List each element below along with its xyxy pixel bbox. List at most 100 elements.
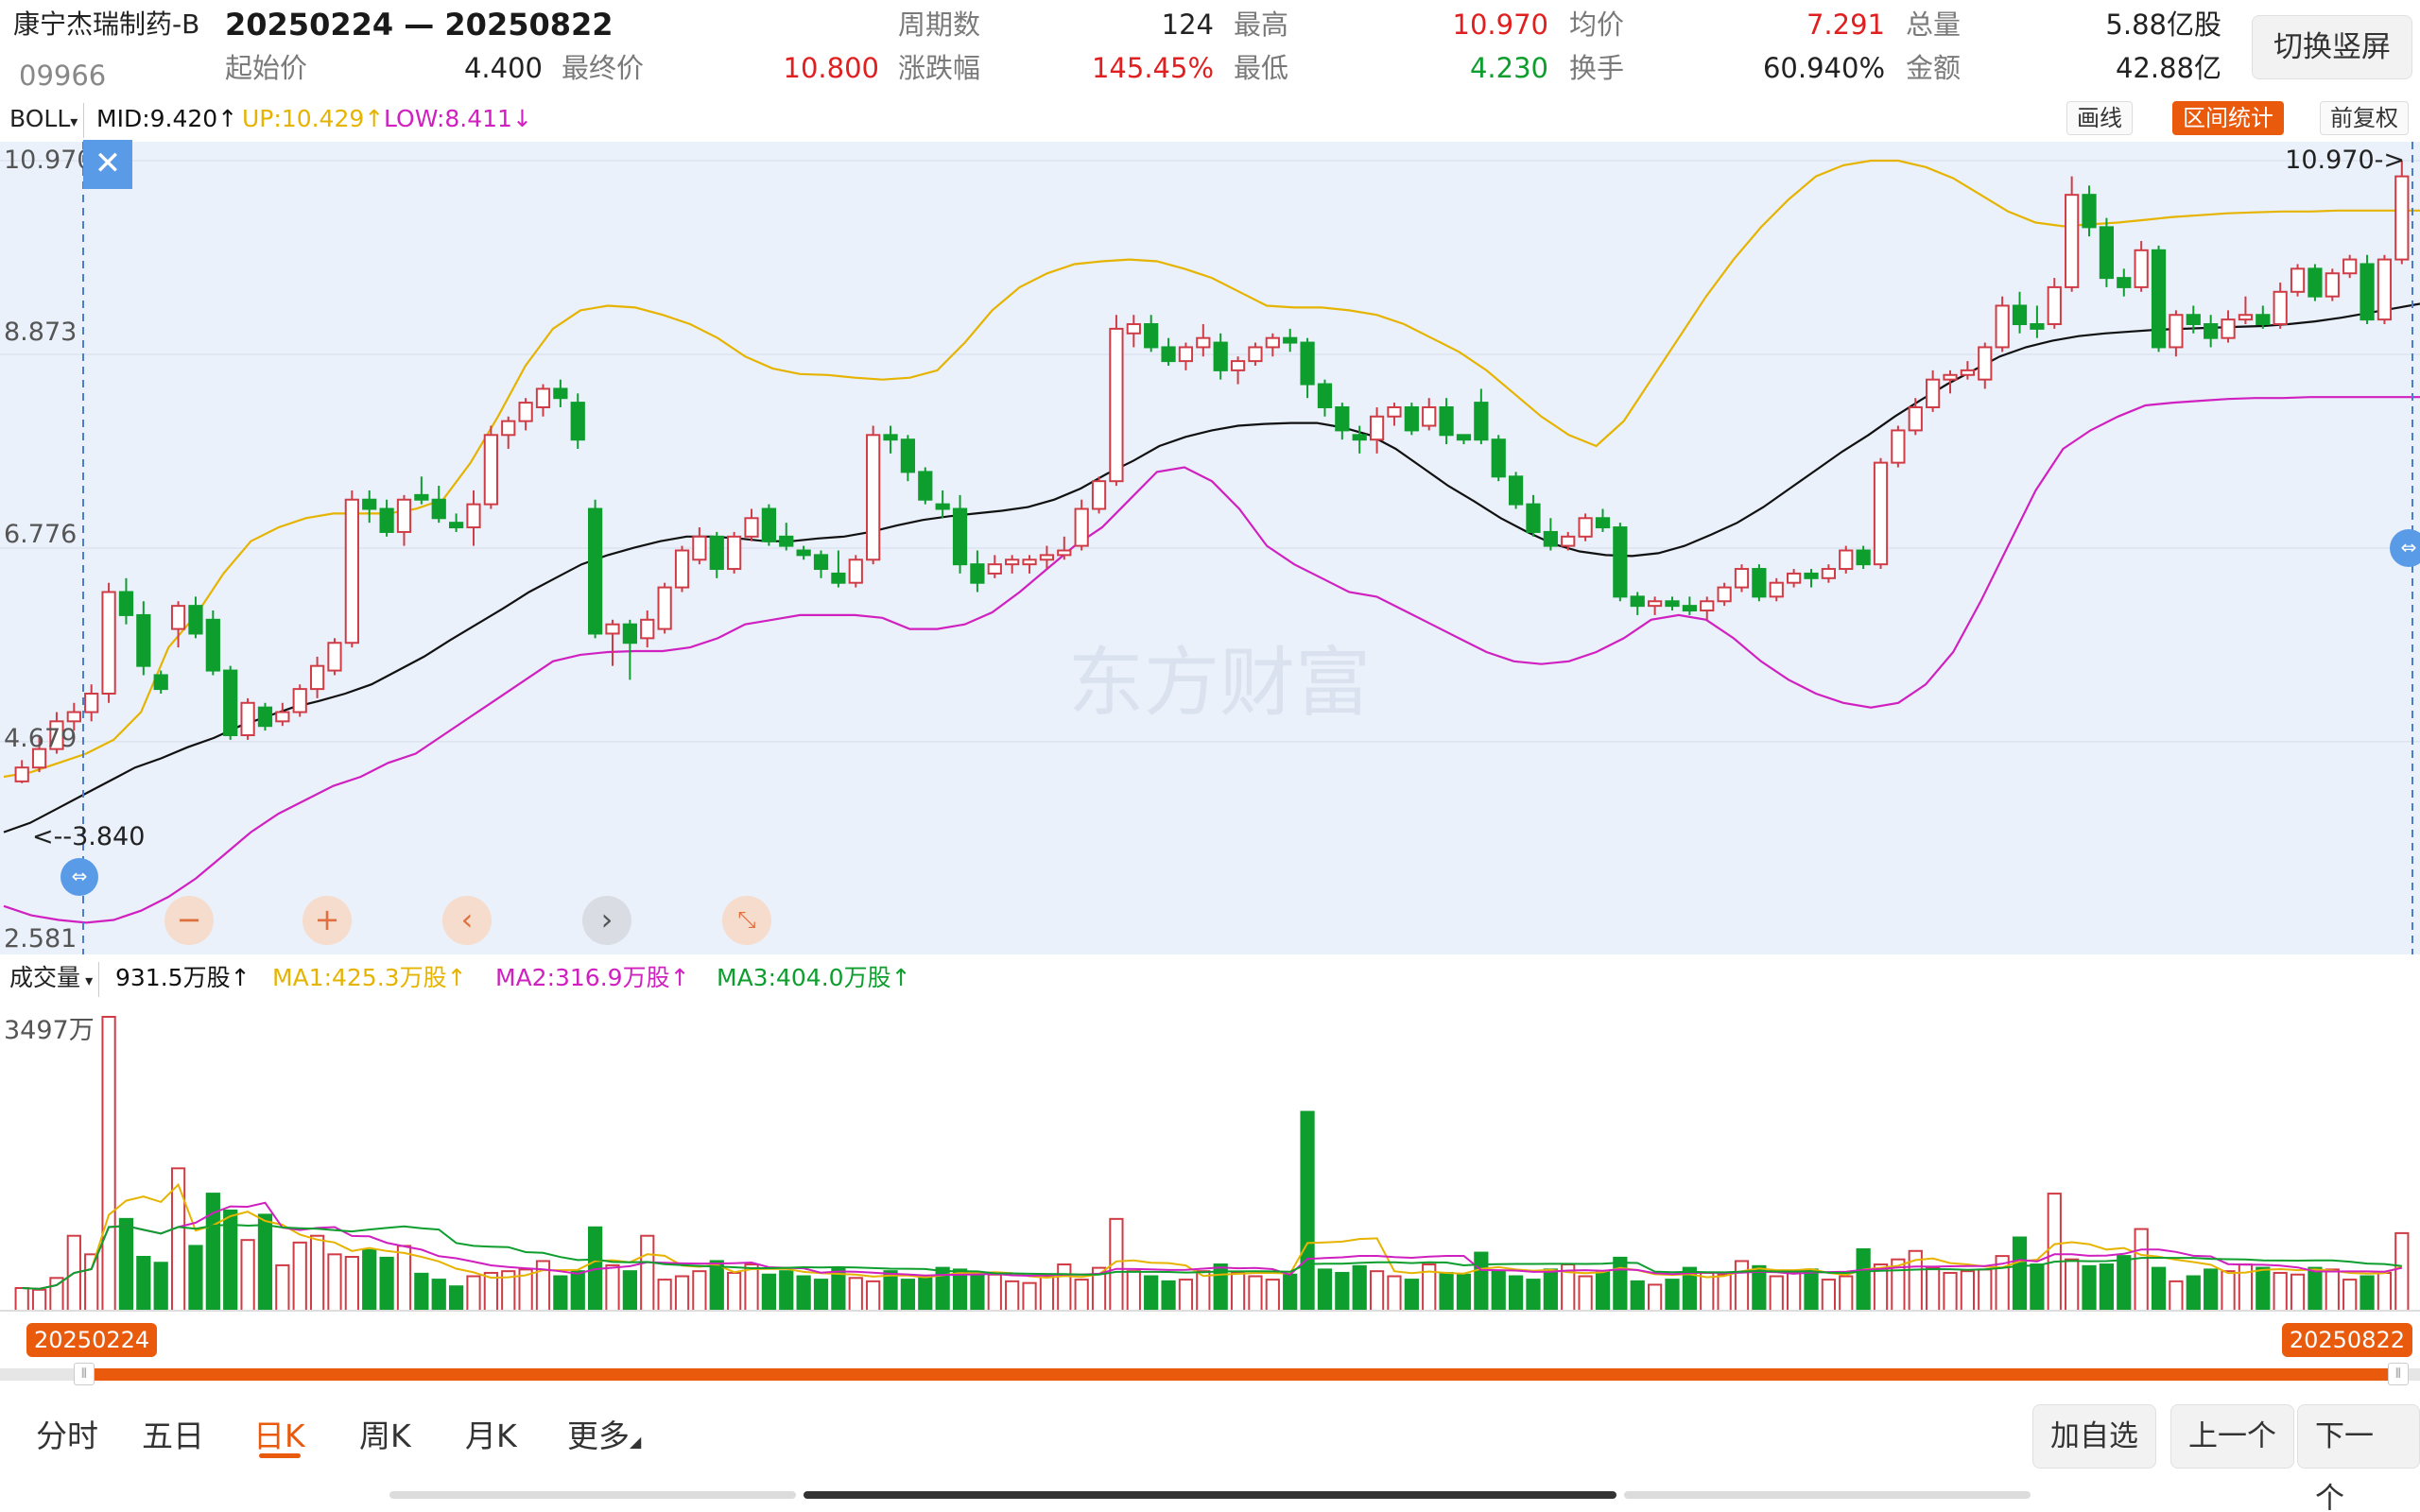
dropdown-caret-icon: ▾ bbox=[80, 971, 94, 989]
volume-plot[interactable] bbox=[0, 1000, 2420, 1312]
volume-value-text: 931.5万股 bbox=[115, 964, 231, 991]
volume-bar bbox=[553, 1275, 568, 1312]
stat-value-turnover: 60.940% bbox=[1762, 52, 1885, 84]
candle-body bbox=[1474, 402, 1489, 441]
candle-body bbox=[1561, 535, 1576, 547]
volume-bar bbox=[1057, 1263, 1072, 1312]
candle-body bbox=[2134, 249, 2149, 288]
tab-five-day[interactable]: 五日 bbox=[142, 1416, 204, 1457]
stat-label-end: 最终价 bbox=[562, 52, 645, 84]
draw-line-button[interactable]: 画线 bbox=[2066, 101, 2133, 135]
candle-body bbox=[1508, 475, 1524, 506]
volume-ma1: MA1:425.3万股↑ bbox=[272, 962, 467, 994]
candle-body bbox=[848, 558, 863, 584]
forward-adjust-button[interactable]: 前复权 bbox=[2320, 101, 2409, 135]
tab-intraday[interactable]: 分时 bbox=[36, 1416, 98, 1457]
candle-body bbox=[588, 507, 603, 635]
tab-monthly-k[interactable]: 月K bbox=[465, 1416, 517, 1457]
volume-value: 931.5万股↑ bbox=[115, 962, 251, 994]
candle-body bbox=[1369, 415, 1385, 441]
dropdown-caret-icon: ▾ bbox=[70, 112, 78, 130]
stat-value-change: 145.45% bbox=[1091, 52, 1214, 84]
candle bbox=[1578, 513, 1593, 541]
candle-body bbox=[1109, 327, 1124, 483]
stat-value-volume: 5.88亿股 bbox=[2105, 9, 2221, 41]
volume-chart[interactable]: 3497万 bbox=[0, 1000, 2420, 1312]
close-range-icon[interactable]: ✕ bbox=[83, 140, 132, 189]
candle-body bbox=[900, 438, 916, 473]
candle bbox=[657, 582, 672, 634]
candle bbox=[1752, 564, 1767, 602]
candle-body bbox=[622, 623, 637, 644]
candle bbox=[674, 545, 690, 593]
volume-indicator-selector[interactable]: 成交量 ▾ bbox=[9, 962, 100, 997]
candle bbox=[292, 684, 307, 717]
volume-bar bbox=[414, 1272, 429, 1312]
candle-body bbox=[101, 591, 116, 696]
switch-portrait-button[interactable]: 切换竖屏 bbox=[2252, 15, 2412, 79]
volume-bar bbox=[813, 1279, 829, 1312]
pan-right-icon[interactable]: › bbox=[582, 896, 631, 945]
range-stats-button[interactable]: 区间统计 bbox=[2172, 101, 2284, 135]
candle-body bbox=[1960, 369, 1976, 376]
range-end-handle-icon[interactable]: ⇔ bbox=[2390, 529, 2420, 567]
candle-body bbox=[1769, 581, 1784, 598]
candle-body bbox=[309, 664, 325, 691]
volume-bar bbox=[2273, 1271, 2288, 1312]
stat-label-amount: 金额 bbox=[1906, 52, 1962, 84]
candle bbox=[327, 638, 342, 676]
candle-body bbox=[2065, 194, 2080, 288]
volume-bar bbox=[257, 1213, 273, 1312]
tab-daily-k[interactable]: 日K bbox=[253, 1416, 305, 1457]
indicator-selector[interactable]: BOLL▾ bbox=[9, 103, 85, 138]
candle-body bbox=[1161, 346, 1176, 363]
range-start-handle-icon[interactable]: ⇔ bbox=[60, 858, 98, 896]
arrow-up-icon: ↑ bbox=[364, 105, 385, 132]
zoom-out-icon[interactable]: − bbox=[164, 896, 214, 945]
candle-body bbox=[2360, 263, 2375, 321]
candle bbox=[240, 697, 255, 740]
candle-body bbox=[2325, 272, 2340, 298]
volume-bar bbox=[2012, 1236, 2028, 1312]
shrink-icon[interactable]: ⤡ bbox=[722, 896, 771, 945]
candle-body bbox=[1196, 336, 1211, 349]
volume-bar bbox=[2134, 1228, 2149, 1312]
stat-value-high: 10.970 bbox=[1452, 9, 1548, 41]
volume-bar bbox=[1595, 1270, 1611, 1312]
candle-body bbox=[2099, 226, 2115, 280]
candle-body bbox=[727, 535, 742, 571]
candle-body bbox=[223, 669, 238, 736]
previous-stock-button[interactable]: 上一个 bbox=[2170, 1404, 2294, 1469]
candle-body bbox=[2186, 314, 2201, 326]
pan-left-icon[interactable]: ‹ bbox=[442, 896, 492, 945]
candlestick-plot[interactable]: 东方财富 bbox=[0, 142, 2420, 954]
candle-body bbox=[170, 605, 186, 630]
candle bbox=[101, 582, 116, 703]
page-scrollbar-thumb[interactable] bbox=[804, 1491, 1616, 1499]
candle bbox=[1734, 564, 1750, 593]
candle bbox=[1091, 476, 1107, 514]
add-watchlist-button[interactable]: 加自选 bbox=[2032, 1404, 2156, 1469]
candle-body bbox=[935, 503, 950, 510]
slider-right-handle-icon[interactable]: ⦀ bbox=[2388, 1363, 2409, 1385]
next-stock-button[interactable]: 下一个 bbox=[2297, 1404, 2420, 1512]
candle-body bbox=[327, 642, 342, 672]
volume-bar bbox=[1543, 1268, 1558, 1312]
range-slider-track[interactable] bbox=[74, 1368, 2395, 1381]
price-chart[interactable]: 东方财富 10.970 8.873 6.776 4.679 2.581 10.9… bbox=[0, 140, 2420, 954]
candle-body bbox=[136, 613, 151, 667]
volume-bar bbox=[1734, 1260, 1750, 1312]
candle-body bbox=[1335, 405, 1350, 432]
tab-more[interactable]: 更多◢ bbox=[567, 1416, 641, 1463]
volume-bar bbox=[727, 1271, 742, 1312]
tab-weekly-k[interactable]: 周K bbox=[359, 1416, 411, 1457]
boll-low-text: LOW:8.411 bbox=[384, 105, 512, 132]
stat-value-avg: 7.291 bbox=[1806, 9, 1885, 41]
arrow-up-icon: ↑ bbox=[669, 964, 690, 991]
volume-bar bbox=[622, 1270, 637, 1312]
candle bbox=[848, 555, 863, 588]
candle-body bbox=[709, 535, 724, 571]
slider-left-handle-icon[interactable]: ⦀ bbox=[74, 1363, 95, 1385]
candle-body bbox=[396, 498, 412, 533]
zoom-in-icon[interactable]: + bbox=[302, 896, 352, 945]
